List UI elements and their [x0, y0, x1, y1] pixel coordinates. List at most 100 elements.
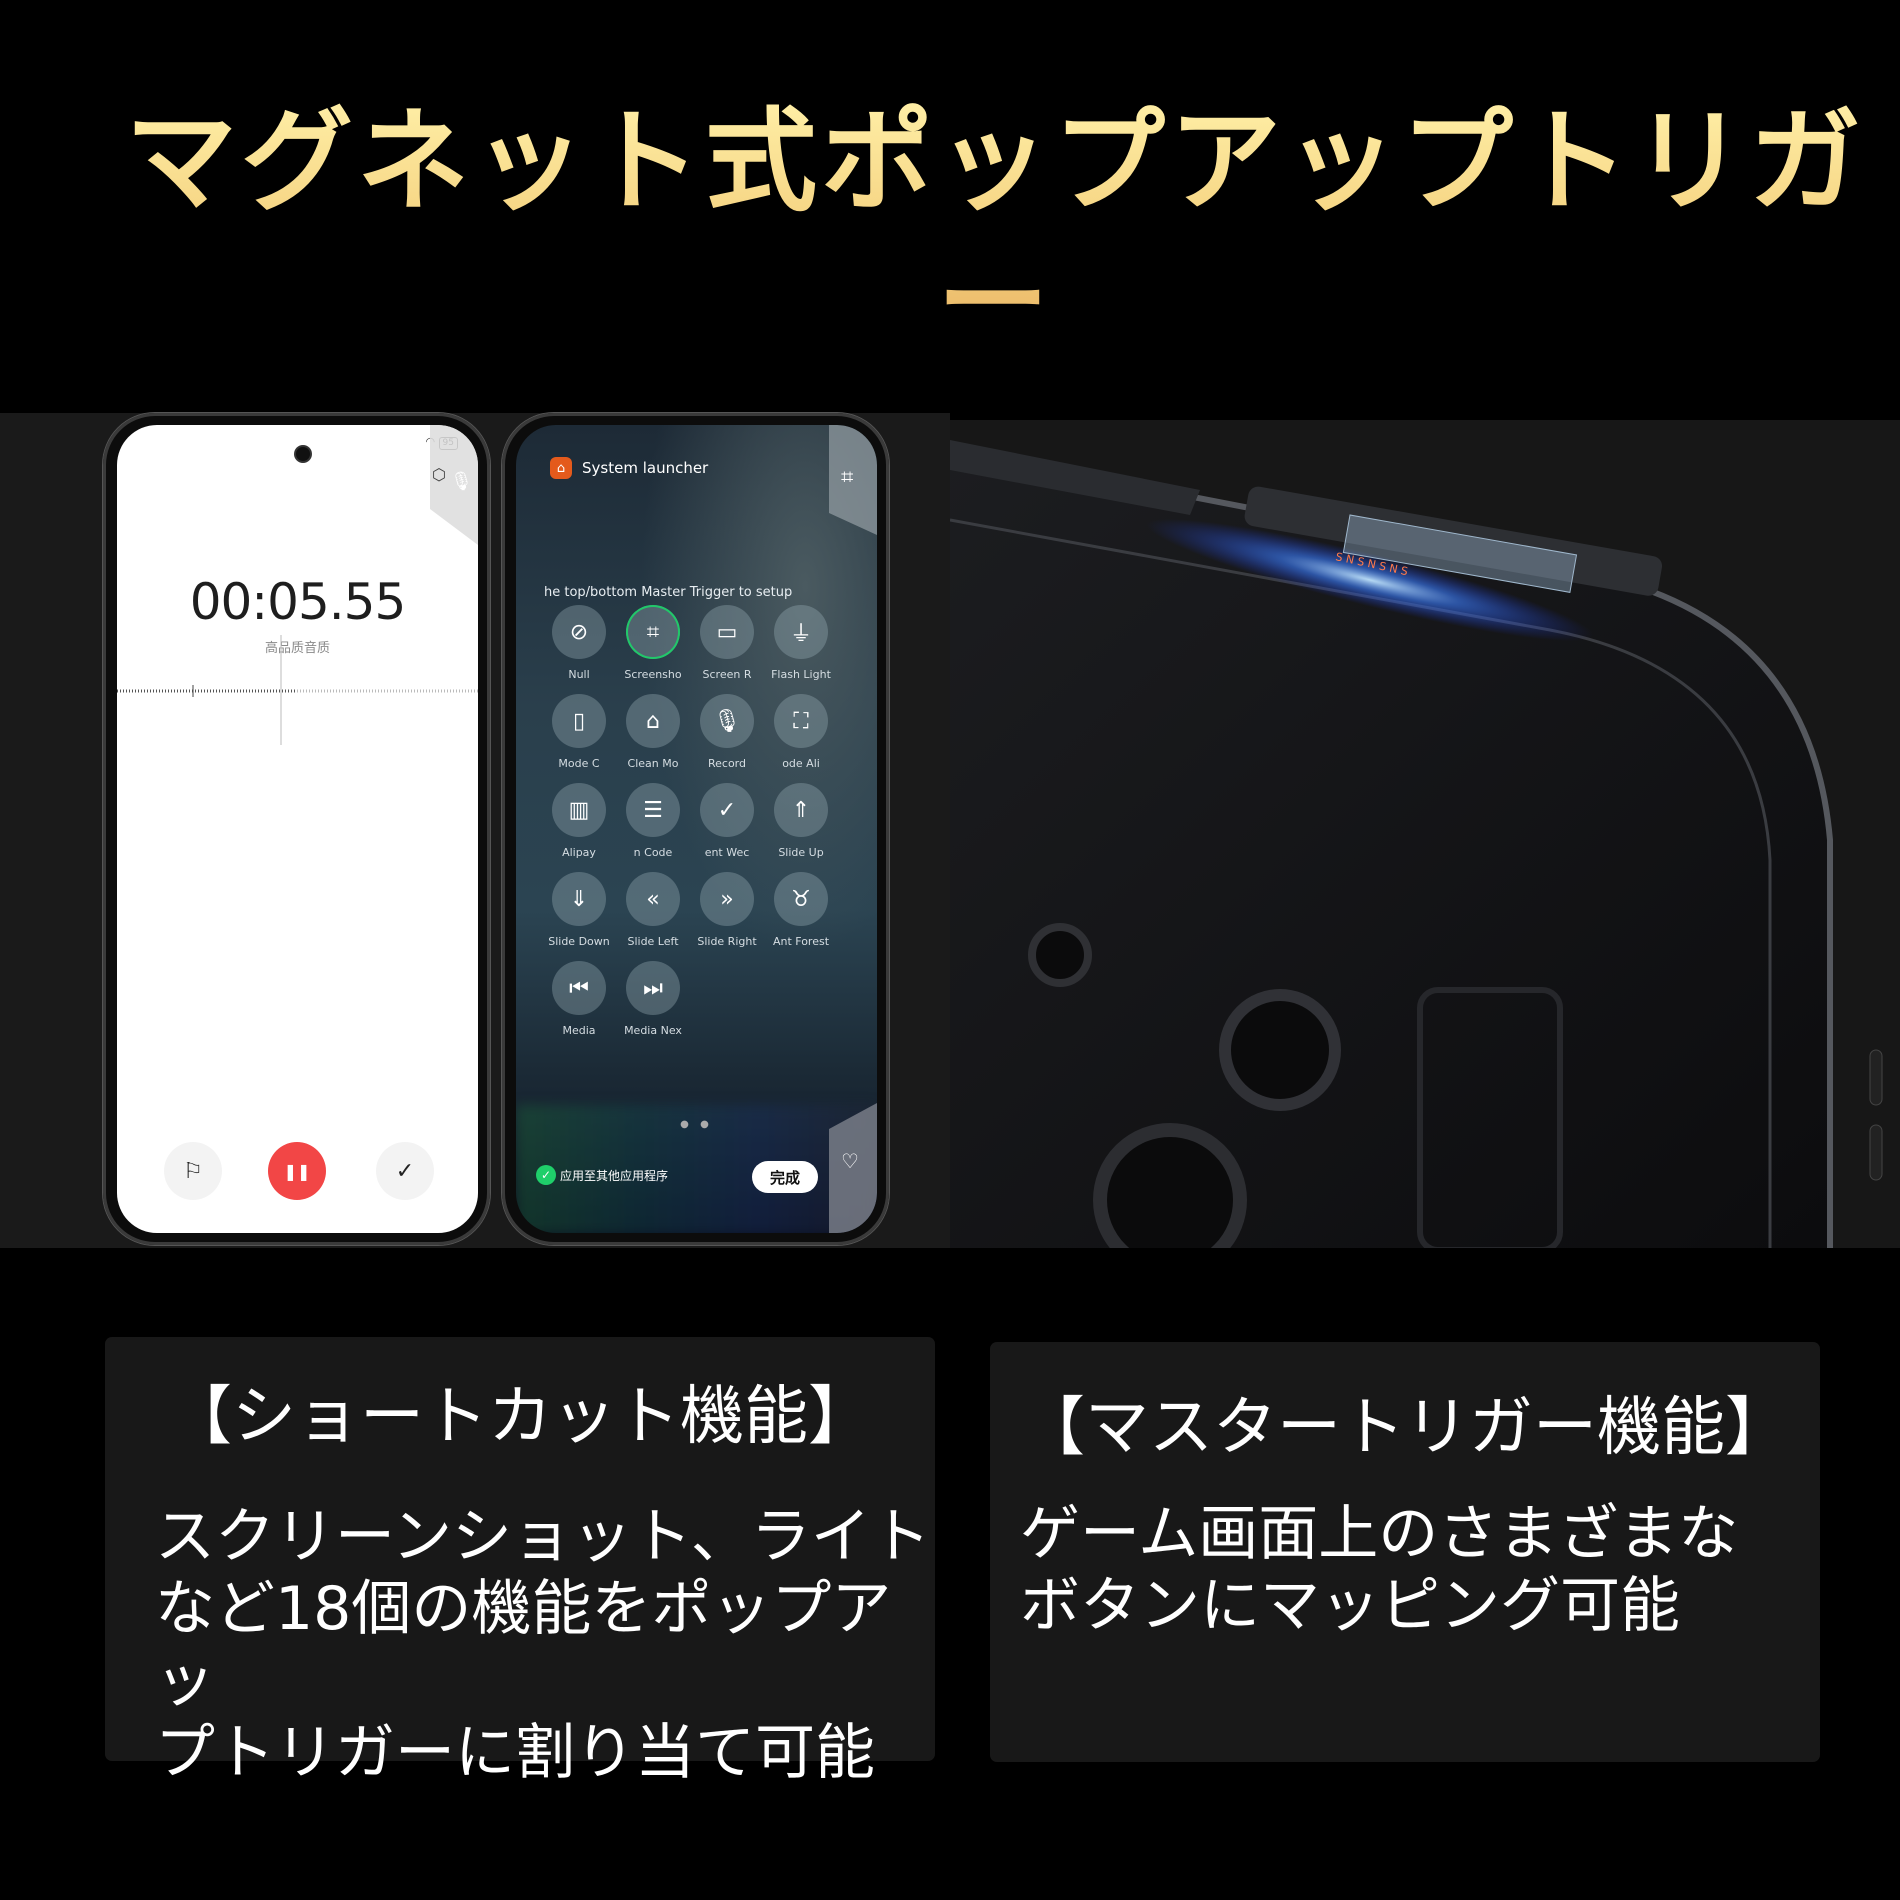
- function-label: Media: [562, 1024, 596, 1037]
- function-tile[interactable]: ⇓ Slide Down: [542, 872, 616, 948]
- side-port-2: [1869, 1124, 1883, 1181]
- function-icon: ⇑: [774, 783, 828, 837]
- shortcut-feature-card: 【ショートカット機能】 スクリーンショット、ライト など18個の機能をポップアッ…: [105, 1337, 935, 1788]
- apply-label: 应用至其他应用程序: [560, 1168, 669, 1183]
- side-port-1: [1869, 1049, 1883, 1106]
- function-label: Flash Light: [771, 668, 831, 681]
- function-tile[interactable]: ☰ n Code: [616, 783, 690, 859]
- body-line: スクリーンショット、ライト: [155, 1502, 931, 1572]
- trigger-internal-photo: S N S N S N S: [950, 420, 1900, 1248]
- phone-launcher: ⌂ System launcher ⌗ he top/bottom Master…: [502, 413, 889, 1245]
- face-heart-icon: ♡: [841, 1149, 859, 1173]
- function-icon: ⏮: [552, 961, 606, 1015]
- function-icon: ⌂: [626, 694, 680, 748]
- apply-to-other-apps[interactable]: ✓ 应用至其他应用程序: [536, 1165, 668, 1185]
- function-icon: ♉: [774, 872, 828, 926]
- shortcut-card-body: スクリーンショット、ライト など18個の機能をポップアッ プトリガーに割り当て可…: [155, 1501, 935, 1789]
- home-icon: ⌂: [550, 457, 572, 479]
- function-label: Null: [568, 668, 590, 681]
- crop-icon: ⌗: [841, 465, 854, 490]
- pause-icon: ❚❚: [283, 1161, 311, 1181]
- function-tile[interactable]: ▭ Screen R: [690, 605, 764, 681]
- function-label: Alipay: [562, 846, 596, 859]
- function-label: Slide Down: [548, 935, 610, 948]
- function-tile[interactable]: ⛶ ode Ali: [764, 694, 838, 770]
- function-icon: ⏭: [626, 961, 680, 1015]
- function-tile[interactable]: ⏭ Media Nex: [616, 961, 690, 1037]
- function-tile[interactable]: ⏚ Flash Light: [764, 605, 838, 681]
- speaker-mid: [1219, 989, 1341, 1111]
- function-label: Ant Forest: [772, 935, 830, 948]
- speaker-small: [1028, 923, 1092, 987]
- function-label: ent Wec: [704, 846, 750, 859]
- function-tile[interactable]: » Slide Right: [690, 872, 764, 948]
- microphone-icon: 🎙︎: [450, 471, 473, 492]
- front-camera: [296, 447, 310, 461]
- function-icon: «: [626, 872, 680, 926]
- shortcut-card-title: 【ショートカット機能】: [168, 1380, 872, 1454]
- function-icon: 🎙: [700, 694, 754, 748]
- page-indicator: ● ●: [680, 1119, 713, 1130]
- checkbox-checked-icon[interactable]: ✓: [536, 1165, 556, 1185]
- top-trigger-tab[interactable]: ⌗: [829, 425, 877, 535]
- body-line: など18個の機能をポップアッ: [155, 1574, 892, 1716]
- function-label: Slide Left: [627, 935, 679, 948]
- function-icon: ⏚: [774, 605, 828, 659]
- waveform: [117, 635, 478, 745]
- flag-icon: ⚐: [183, 1158, 203, 1184]
- function-icon: ☰: [626, 783, 680, 837]
- phone-recorder: ◠ 95 ⬡ 🎙︎ 00:05.55 高品质音质 ⚐ ❚❚ ✓: [103, 413, 490, 1245]
- master-trigger-card-title: 【マスタートリガー機能】: [1021, 1391, 1789, 1465]
- function-label: Screen R: [702, 668, 752, 681]
- setup-hint: he top/bottom Master Trigger to setup: [544, 585, 793, 600]
- launcher-header: ⌂ System launcher: [550, 457, 708, 479]
- pause-button[interactable]: ❚❚: [268, 1142, 326, 1200]
- page-title: マグネット式ポップアップトリガー: [0, 92, 1900, 372]
- side-trigger-tab[interactable]: ⬡ 🎙︎: [430, 425, 478, 545]
- function-tile[interactable]: ⇑ Slide Up: [764, 783, 838, 859]
- function-tile[interactable]: « Slide Left: [616, 872, 690, 948]
- function-tile[interactable]: ▥ Alipay: [542, 783, 616, 859]
- function-tile[interactable]: 🎙 Record: [690, 694, 764, 770]
- speaker-large: [1093, 1123, 1247, 1248]
- function-tile[interactable]: ⌗ Screensho: [616, 605, 690, 681]
- function-icon: ⌗: [626, 605, 680, 659]
- function-label: Screensho: [624, 668, 682, 681]
- recorder-screen: ◠ 95 ⬡ 🎙︎ 00:05.55 高品质音质 ⚐ ❚❚ ✓: [117, 425, 478, 1233]
- function-label: ode Ali: [782, 757, 820, 770]
- function-label: Slide Right: [697, 935, 757, 948]
- function-icon: ▥: [552, 783, 606, 837]
- function-icon: »: [700, 872, 754, 926]
- flag-button[interactable]: ⚐: [164, 1142, 222, 1200]
- function-label: Mode C: [558, 757, 600, 770]
- function-label: Media Nex: [624, 1024, 682, 1037]
- function-tile[interactable]: ⏮ Media: [542, 961, 616, 1037]
- function-icon: ✓: [700, 783, 754, 837]
- settings-icon[interactable]: ⬡: [432, 465, 446, 484]
- function-icon: ▭: [700, 605, 754, 659]
- function-tile[interactable]: ✓ ent Wec: [690, 783, 764, 859]
- function-label: Clean Mo: [627, 757, 679, 770]
- master-trigger-feature-card: 【マスタートリガー機能】 ゲーム画面上のさまざまな ボタンにマッピング可能: [990, 1342, 1820, 1762]
- function-tile[interactable]: ♉ Ant Forest: [764, 872, 838, 948]
- function-icon: ▯: [552, 694, 606, 748]
- function-tile[interactable]: ⌂ Clean Mo: [616, 694, 690, 770]
- function-label: n Code: [633, 846, 673, 859]
- function-tile[interactable]: ▯ Mode C: [542, 694, 616, 770]
- body-line: プトリガーに割り当て可能: [155, 1718, 875, 1788]
- function-tile[interactable]: ⊘ Null: [542, 605, 616, 681]
- function-icon: ⇓: [552, 872, 606, 926]
- function-icon: ⛶: [774, 694, 828, 748]
- function-icon: ⊘: [552, 605, 606, 659]
- master-trigger-card-body: ゲーム画面上のさまざまな ボタンにマッピング可能: [1020, 1498, 1738, 1642]
- trigger-illustration: S N S N S N S: [950, 440, 1883, 1248]
- function-label: Record: [707, 757, 746, 770]
- body-line: ゲーム画面上のさまざまな: [1020, 1499, 1739, 1569]
- launcher-screen: ⌂ System launcher ⌗ he top/bottom Master…: [516, 425, 877, 1233]
- done-button[interactable]: ✓: [376, 1142, 434, 1200]
- function-label: Slide Up: [778, 846, 824, 859]
- body-line: ボタンにマッピング可能: [1020, 1571, 1680, 1641]
- check-icon: ✓: [395, 1158, 415, 1184]
- launcher-title: System launcher: [582, 459, 709, 477]
- done-button[interactable]: 完成: [752, 1161, 818, 1193]
